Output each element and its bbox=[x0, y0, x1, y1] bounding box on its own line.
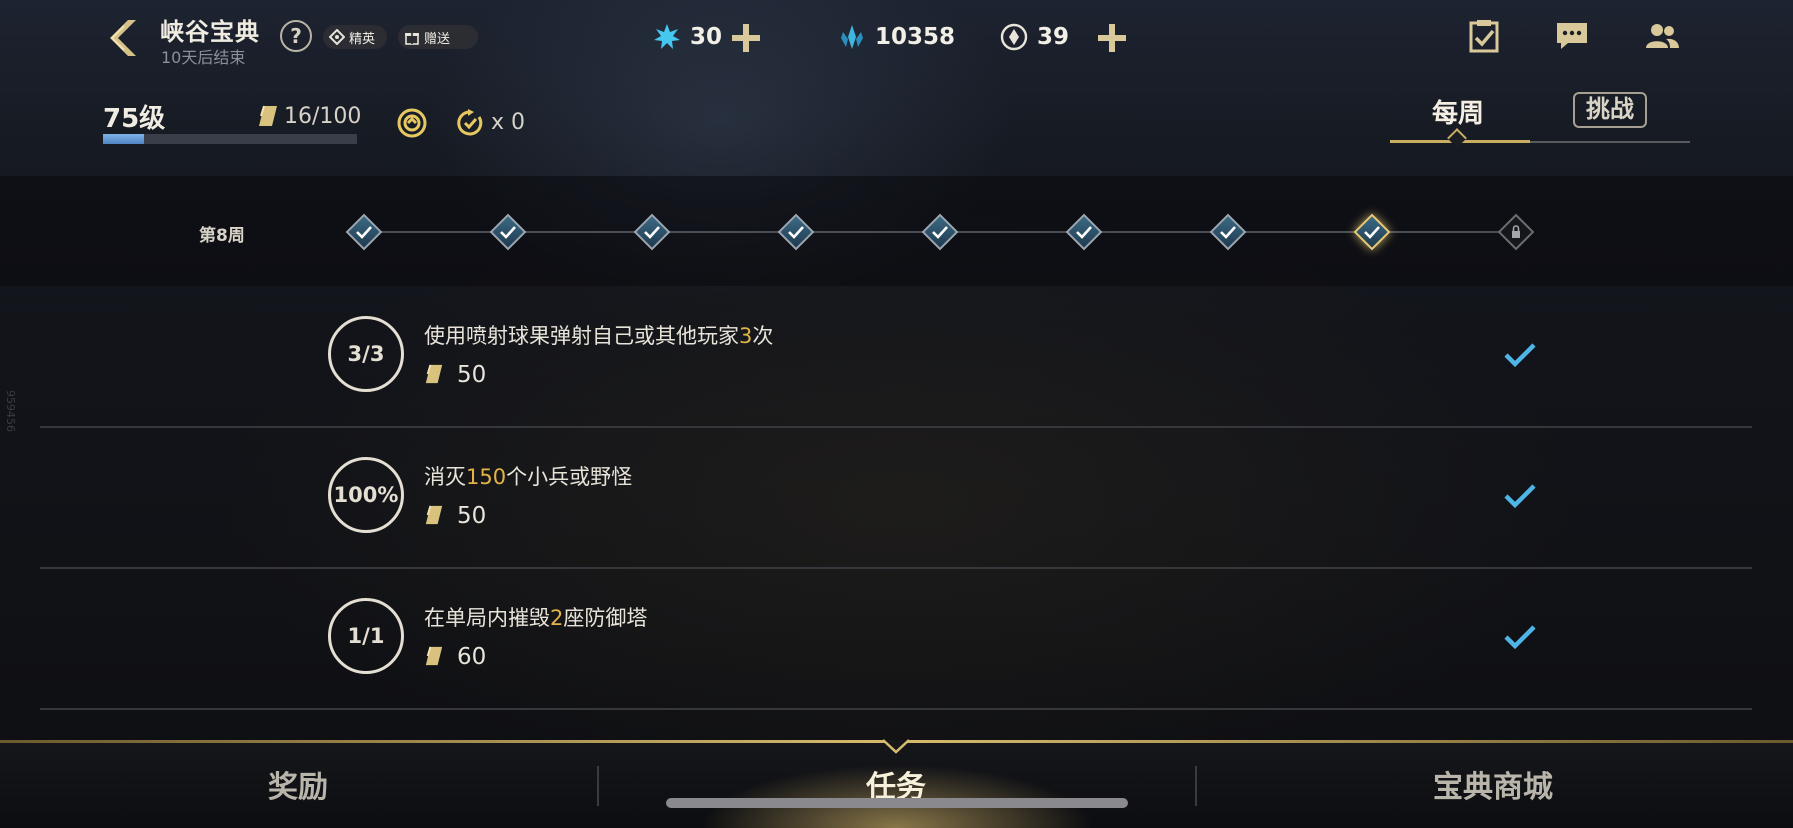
refresh-icon[interactable] bbox=[455, 108, 485, 138]
tab-caret-icon bbox=[1447, 128, 1467, 148]
task-desc-text: 个小兵或野怪 bbox=[506, 465, 633, 489]
xp-progress-fill bbox=[103, 134, 144, 144]
task-complete-check-icon bbox=[1504, 484, 1536, 509]
crystal-icon bbox=[841, 25, 863, 49]
task-desc-text: 座防御塔 bbox=[563, 606, 648, 630]
week-node-1[interactable] bbox=[345, 213, 383, 251]
week-node-6[interactable] bbox=[1065, 213, 1103, 251]
checkmark-icon bbox=[500, 226, 516, 239]
xp-progress-text: 16/100 bbox=[284, 104, 362, 129]
task-description: 消灭150个小兵或野怪 bbox=[424, 461, 632, 491]
nav-caret-icon bbox=[882, 739, 910, 754]
checkmark-icon bbox=[1220, 226, 1236, 239]
checkmark-icon bbox=[644, 226, 660, 239]
task-complete-check-icon bbox=[1504, 343, 1536, 368]
help-button[interactable]: ? bbox=[280, 20, 312, 52]
nav-shop[interactable]: 宝典商城 bbox=[1393, 762, 1593, 806]
page-title: 峡谷宝典 bbox=[160, 18, 260, 46]
token-value: 39 bbox=[1037, 24, 1070, 50]
checkmark-icon bbox=[788, 226, 804, 239]
week-node-9[interactable] bbox=[1497, 213, 1535, 251]
crystal-counter: 10358 bbox=[837, 22, 955, 52]
elite-diamond-icon bbox=[329, 29, 345, 45]
checkmark-icon bbox=[1076, 226, 1092, 239]
gift-icon bbox=[405, 33, 419, 45]
home-indicator[interactable] bbox=[666, 798, 1128, 808]
task-progress-badge: 100% bbox=[328, 457, 404, 533]
checkmark-icon bbox=[356, 226, 372, 239]
task-row[interactable]: 1/1 在单局内摧毁2座防御塔 60 bbox=[40, 570, 1752, 710]
task-desc-highlight: 3 bbox=[739, 324, 753, 348]
tab-weekly[interactable]: 每周 bbox=[1432, 93, 1484, 130]
elite-chip[interactable]: 精英 bbox=[323, 25, 387, 49]
task-desc-highlight: 150 bbox=[466, 465, 507, 489]
task-progress-badge: 1/1 bbox=[328, 598, 404, 674]
chat-icon bbox=[1557, 23, 1587, 49]
pass-ticket-icon bbox=[425, 364, 443, 384]
gift-label: 赠送 bbox=[424, 31, 451, 47]
task-description: 使用喷射球果弹射自己或其他玩家3次 bbox=[424, 320, 773, 350]
pass-level: 75级 bbox=[103, 104, 166, 134]
week-node-4[interactable] bbox=[777, 213, 815, 251]
checkmark-icon bbox=[1364, 226, 1380, 239]
friends-button[interactable] bbox=[1644, 18, 1680, 54]
task-desc-highlight: 2 bbox=[550, 606, 564, 630]
top-header: 峡谷宝典 10天后结束 ? 精英 赠送 30 10358 39 75级 16/1… bbox=[0, 0, 1793, 176]
task-reward-value: 60 bbox=[457, 644, 487, 670]
token-counter: 39 bbox=[999, 22, 1069, 52]
tab-challenge[interactable]: 挑战 bbox=[1573, 92, 1647, 128]
task-reward-value: 50 bbox=[457, 362, 487, 388]
nav-divider bbox=[597, 766, 599, 806]
side-watermark: 959456 bbox=[4, 390, 17, 432]
pass-ticket-icon bbox=[425, 505, 443, 525]
week-node-2[interactable] bbox=[489, 213, 527, 251]
nav-divider bbox=[1195, 766, 1197, 806]
blue-essence-icon bbox=[654, 24, 680, 49]
week-node-5[interactable] bbox=[921, 213, 959, 251]
crystal-value: 10358 bbox=[875, 24, 956, 50]
task-complete-check-icon bbox=[1504, 625, 1536, 650]
xp-progress-bar bbox=[103, 134, 357, 144]
friends-icon bbox=[1646, 24, 1679, 48]
back-arrow-icon bbox=[110, 20, 136, 56]
week-node-8[interactable] bbox=[1353, 213, 1391, 251]
task-desc-text: 在单局内摧毁 bbox=[424, 606, 550, 630]
week-node-7[interactable] bbox=[1209, 213, 1247, 251]
task-reward-value: 50 bbox=[457, 503, 487, 529]
elite-label: 精英 bbox=[349, 31, 376, 47]
chat-button[interactable] bbox=[1554, 18, 1590, 54]
week-node-3[interactable] bbox=[633, 213, 671, 251]
orange-token-icon bbox=[1000, 23, 1028, 51]
gift-chip[interactable]: 赠送 bbox=[398, 25, 478, 49]
pass-ticket-icon bbox=[425, 646, 443, 666]
event-countdown: 10天后结束 bbox=[161, 48, 246, 67]
task-desc-text: 次 bbox=[752, 324, 774, 348]
refresh-count: x 0 bbox=[491, 110, 526, 135]
task-row[interactable]: 100% 消灭150个小兵或野怪 50 bbox=[40, 429, 1752, 569]
blue-essence-value: 30 bbox=[690, 24, 723, 50]
current-week-label: 第8周 bbox=[199, 226, 245, 246]
task-desc-text: 消灭 bbox=[424, 465, 466, 489]
task-desc-text: 使用喷射球果弹射自己或其他玩家 bbox=[424, 324, 739, 348]
task-row[interactable]: 3/3 使用喷射球果弹射自己或其他玩家3次 50 bbox=[40, 288, 1752, 428]
task-description: 在单局内摧毁2座防御塔 bbox=[424, 602, 647, 632]
nav-rewards[interactable]: 奖励 bbox=[198, 762, 398, 806]
task-progress-badge: 3/3 bbox=[328, 316, 404, 392]
buy-token-button[interactable] bbox=[1096, 22, 1128, 54]
buy-blue-essence-button[interactable] bbox=[730, 22, 762, 54]
lock-icon bbox=[1512, 225, 1520, 238]
back-button[interactable] bbox=[100, 16, 144, 60]
checkmark-icon bbox=[932, 226, 948, 239]
xp-boost-icon[interactable] bbox=[396, 106, 428, 140]
mission-checklist-button[interactable] bbox=[1466, 18, 1502, 54]
pass-ticket-icon bbox=[259, 105, 277, 126]
blue-essence-counter: 30 bbox=[652, 22, 722, 52]
mission-checklist-icon bbox=[1469, 20, 1499, 53]
